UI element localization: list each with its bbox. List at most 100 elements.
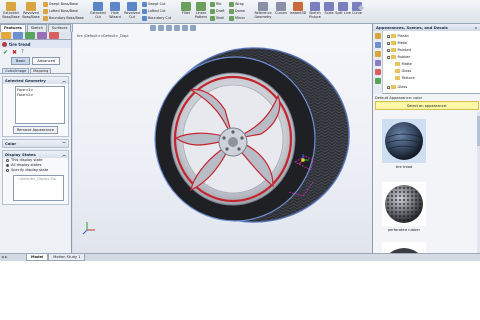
remove-appearance-button[interactable]: Remove Appearance — [12, 126, 59, 134]
tab-motion-study[interactable]: Motion Study 1 — [48, 254, 86, 261]
lofted-boss-icon — [43, 8, 48, 14]
close-icon[interactable]: x — [475, 25, 477, 30]
instant3d-icon — [293, 2, 303, 11]
tree-item-glass[interactable]: + Glass — [387, 85, 407, 90]
extruded-cut-button[interactable]: Extruded Cut — [90, 1, 106, 19]
expand-icon[interactable]: + — [387, 34, 390, 39]
revolved-boss-button[interactable]: Revolved Boss/Base — [22, 1, 40, 19]
solidworks-logo-icon: ◆ — [358, 3, 365, 12]
mirror-button[interactable]: Mirror — [229, 15, 245, 21]
specify-display-state-radio[interactable]: Specify display state — [3, 168, 68, 173]
boundary-cut-icon — [142, 15, 147, 21]
list-item[interactable]: Face<2> — [17, 93, 63, 98]
feature-tree-tab-icon[interactable] — [1, 32, 11, 39]
split-line-icon — [338, 2, 348, 11]
linear-pattern-button[interactable]: Linear Pattern — [194, 1, 208, 19]
tree-item-texture[interactable]: Texture — [395, 76, 415, 80]
previous-view-icon[interactable] — [166, 25, 172, 31]
dimxpert-tab-icon[interactable] — [37, 32, 47, 39]
tab-color-image[interactable]: Color/Image — [2, 68, 30, 73]
tab-model[interactable]: Model — [26, 254, 49, 261]
tab-mapping[interactable]: Mapping — [30, 68, 52, 73]
tree-item-painted[interactable]: + Painted — [387, 48, 411, 53]
section-view-icon[interactable] — [174, 25, 180, 31]
boundary-boss-button[interactable]: Boundary Boss/Base — [43, 15, 84, 21]
view-orientation-icon[interactable] — [182, 25, 188, 31]
tree-item-rubber[interactable]: − Rubber — [387, 55, 410, 60]
basic-button[interactable]: Basic — [10, 57, 31, 65]
curves-button[interactable]: Curves — [275, 1, 287, 15]
display-states-list[interactable]: <Default>_Display Sta — [13, 175, 64, 201]
tree-item-gloss[interactable]: Gloss — [395, 69, 411, 73]
tab-scroll-arrows-icon[interactable]: ◄ ► — [1, 255, 8, 259]
property-manager-actions: ✔ ✖ ? — [0, 48, 71, 56]
selected-geometry-header[interactable]: Selected Geometry ︿ — [3, 77, 68, 84]
wrap-button[interactable]: Wrap — [229, 1, 244, 7]
appearance-tab-icon[interactable] — [49, 32, 59, 39]
collapse-chevron-icon[interactable]: ︿ — [62, 78, 66, 84]
swept-cut-button[interactable]: Swept Cut — [142, 1, 165, 7]
expand-icon[interactable]: + — [387, 85, 390, 90]
draft-button[interactable]: Draft — [210, 8, 225, 14]
home-icon[interactable] — [374, 33, 381, 39]
tree-item-matte[interactable]: Matte — [395, 62, 412, 66]
property-manager-tab-icon[interactable] — [13, 32, 23, 39]
expand-chevron-icon[interactable]: ﹀ — [62, 141, 66, 147]
swatch-perforated-rubber[interactable]: perforated rubber — [382, 182, 426, 232]
boundary-boss-icon — [43, 15, 48, 21]
split-line-button[interactable]: Split Line — [335, 1, 351, 15]
lofted-cut-button[interactable]: Lofted Cut — [142, 8, 166, 14]
zoom-to-fit-icon[interactable] — [150, 25, 156, 31]
help-icon[interactable]: ? — [21, 49, 24, 55]
advanced-button[interactable]: Advanced — [32, 57, 61, 65]
color-header[interactable]: Color ﹀ — [3, 140, 68, 147]
collapse-chevron-icon[interactable]: ︿ — [62, 152, 66, 158]
reference-geometry-button[interactable]: Reference Geometry — [252, 1, 274, 19]
custom-properties-icon[interactable] — [374, 78, 381, 84]
folder-icon — [391, 48, 396, 52]
list-item[interactable]: <Default>_Display Sta — [14, 176, 63, 182]
collapse-icon[interactable]: − — [387, 55, 390, 60]
view-palette-icon[interactable] — [374, 60, 381, 66]
sketch-picture-button[interactable]: Sketch Picture — [308, 1, 322, 19]
boundary-cut-button[interactable]: Boundary Cut — [142, 15, 171, 21]
task-pane-tab-strip — [373, 31, 383, 94]
display-states-header[interactable]: Display States ︿ — [3, 151, 68, 158]
swatch-tire-tread[interactable]: tire tread — [382, 119, 426, 169]
extruded-boss-button[interactable]: Extruded Boss/Base — [2, 1, 20, 19]
shell-button[interactable]: Shell — [210, 15, 224, 21]
design-library-icon[interactable] — [374, 42, 381, 48]
tab-features[interactable]: Features — [0, 24, 26, 32]
tire-model[interactable] — [73, 32, 372, 253]
expand-icon[interactable]: + — [387, 48, 390, 53]
selected-faces-list[interactable]: Face<1> Face<2> — [15, 86, 65, 124]
tab-sketch[interactable]: Sketch — [26, 24, 47, 32]
revolved-cut-button[interactable]: Revolved Cut — [124, 1, 140, 19]
zoom-area-icon[interactable] — [158, 25, 164, 31]
swept-boss-button[interactable]: Swept Boss/Base — [43, 1, 78, 7]
select-appearance-prompt: Select an appearance. — [375, 101, 479, 110]
expand-icon[interactable]: + — [387, 41, 390, 46]
appearances-icon[interactable] — [374, 69, 381, 75]
instant3d-button[interactable]: Instant3D — [290, 1, 306, 15]
file-explorer-icon[interactable] — [374, 51, 381, 57]
configuration-manager-tab-icon[interactable] — [25, 32, 35, 39]
cancel-x-icon[interactable]: ✖ — [12, 49, 17, 56]
display-style-icon[interactable] — [190, 25, 196, 31]
manager-tabs — [0, 32, 71, 40]
dome-button[interactable]: Dome — [229, 8, 245, 14]
lofted-boss-button[interactable]: Lofted Boss/Base — [43, 8, 78, 14]
radio-icon — [6, 159, 9, 162]
tree-item-plastic[interactable]: + Plastic — [387, 34, 409, 39]
draft-icon — [210, 8, 215, 14]
appearance-subtabs: Color/Image Mapping — [0, 66, 71, 74]
ok-check-icon[interactable]: ✔ — [3, 49, 8, 56]
task-pane: Appearances, Scenes, and Decals x + Plast… — [372, 24, 480, 261]
tab-surfaces[interactable]: Surfaces — [47, 24, 72, 32]
fillet-button[interactable]: Fillet — [180, 1, 192, 15]
tree-item-metal[interactable]: + Metal — [387, 41, 407, 46]
scale-button[interactable]: Scale — [324, 1, 334, 15]
rib-button[interactable]: Rib — [210, 1, 221, 7]
display-states-group: Display States ︿ This display state All … — [2, 150, 69, 205]
hole-wizard-button[interactable]: Hole Wizard — [108, 1, 122, 19]
